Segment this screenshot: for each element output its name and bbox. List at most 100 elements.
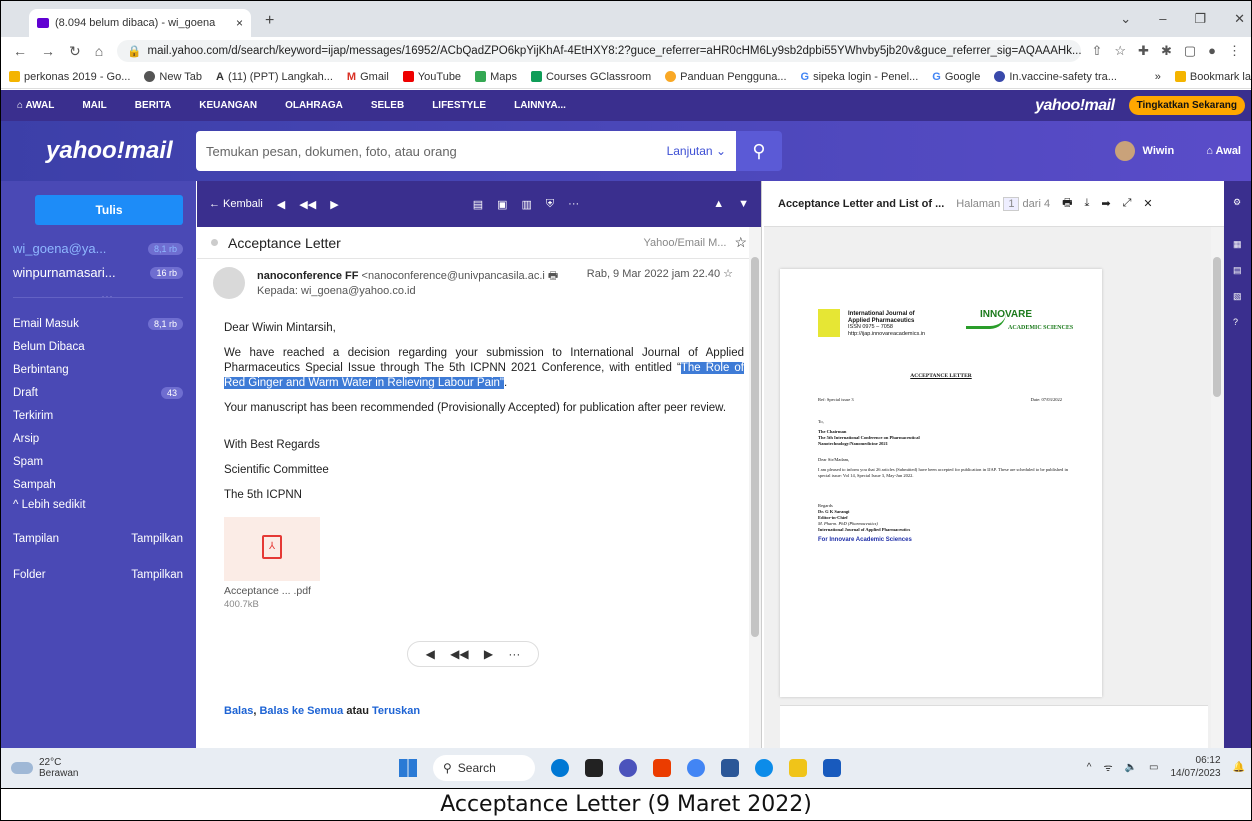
bookmark-item[interactable]: New Tab (144, 71, 202, 83)
reply-icon[interactable]: ◀ (277, 198, 285, 211)
app-icon[interactable] (551, 759, 569, 777)
browser-tab[interactable]: (8.094 belum dibaca) - wi_goena × (29, 9, 251, 37)
search-button[interactable]: ⚲ (736, 131, 782, 171)
bookmark-item[interactable]: In.vaccine-safety tra... (994, 71, 1117, 83)
restore-icon[interactable]: ❐ (1194, 11, 1206, 27)
spam-icon[interactable]: ⛨ (546, 198, 554, 211)
nav-item-mail[interactable]: MAIL (82, 100, 106, 111)
nav-item-keuangan[interactable]: KEUANGAN (199, 100, 257, 111)
upgrade-button[interactable]: Tingkatkan Sekarang (1128, 96, 1245, 115)
settings-icon[interactable]: ⚙ (1233, 197, 1241, 208)
sidebar-item-archive[interactable]: Arsip (13, 433, 183, 445)
more-accounts-icon[interactable]: ··· (101, 289, 113, 303)
sidebar-item-draft[interactable]: Draft 43 (13, 387, 183, 399)
next-message-icon[interactable]: ▼ (738, 198, 749, 210)
nav-item-lainnya[interactable]: LAINNYA... (514, 100, 566, 111)
bookmark-item[interactable]: perkonas 2019 - Go... (9, 71, 130, 83)
chrome-icon[interactable] (687, 759, 705, 777)
advanced-search-button[interactable]: Lanjutan ⌄ (667, 144, 726, 158)
volume-icon[interactable]: 🔈 (1125, 762, 1137, 773)
clock[interactable]: 06:12 14/07/2023 (1170, 754, 1220, 780)
tab-search-icon[interactable]: ⌄ (1120, 11, 1131, 27)
sidebar-item-sent[interactable]: Terkirim (13, 410, 183, 422)
user-name[interactable]: Wiwin (1143, 145, 1175, 157)
new-tab-button[interactable]: + (265, 12, 274, 30)
bookmarks-more[interactable]: » (1155, 71, 1161, 83)
taskbar-search[interactable]: ⚲ Search (433, 755, 535, 781)
weather-widget[interactable]: 22°C Berawan (11, 757, 78, 779)
yahoo-mail-logo[interactable]: yahoo!mail (46, 137, 196, 165)
sidebar-folders[interactable]: Folder Tampilkan (13, 569, 183, 581)
bookmark-item[interactable]: Maps (475, 71, 517, 83)
sidebar-item-unread[interactable]: Belum Dibaca (13, 341, 183, 353)
back-icon[interactable]: ← (13, 43, 27, 60)
sidebar-views[interactable]: Tampilan Tampilkan (13, 533, 183, 545)
share-icon[interactable]: ⇧ (1091, 43, 1102, 59)
scrollbar[interactable] (749, 227, 761, 748)
nav-item-awal[interactable]: ⌂ AWAL (17, 100, 54, 111)
help-icon[interactable]: ? (1233, 317, 1238, 327)
word-icon[interactable] (823, 759, 841, 777)
star-icon[interactable]: ☆ (1114, 43, 1126, 59)
expand-icon[interactable]: ⤢ (1123, 197, 1132, 210)
reply-icon[interactable]: ◀ (426, 647, 435, 661)
sidepanel-icon[interactable]: ▢ (1184, 43, 1196, 59)
edge-icon[interactable] (755, 759, 773, 777)
close-tab-icon[interactable]: × (236, 16, 243, 30)
yahoo-mail-small-logo[interactable]: yahoo!mail (1035, 97, 1115, 115)
read-dot-icon[interactable] (211, 239, 218, 246)
print-icon[interactable]: 🖶 (1062, 194, 1072, 213)
compose-button[interactable]: Tulis (35, 195, 183, 225)
reload-icon[interactable]: ↻ (69, 43, 81, 60)
attachment-name[interactable]: Acceptance ... .pdf (224, 585, 311, 597)
menu-icon[interactable]: ⋮ (1228, 43, 1241, 59)
forward-icon[interactable]: → (41, 43, 55, 60)
sidebar-item-inbox[interactable]: Email Masuk 8,1 rb (13, 318, 183, 330)
minimize-icon[interactable]: – (1159, 11, 1166, 27)
home-link[interactable]: ⌂ Awal (1206, 145, 1241, 157)
scrollbar[interactable] (1211, 227, 1223, 748)
print-icon[interactable]: 🖶 (548, 270, 558, 282)
bookmark-item[interactable]: A (11) (PPT) Langkah... (216, 71, 333, 83)
nav-item-olahraga[interactable]: OLAHRAGA (285, 100, 343, 111)
app-icon[interactable] (585, 759, 603, 777)
calendar-icon[interactable]: ▤ (1233, 265, 1242, 276)
reply-all-link[interactable]: Balas ke Semua (259, 705, 343, 717)
bookmark-item[interactable]: Panduan Pengguna... (665, 71, 787, 83)
more-icon[interactable]: ··· (568, 198, 579, 210)
search-input[interactable]: Temukan pesan, dokumen, foto, atau orang… (196, 131, 736, 171)
start-icon[interactable] (399, 759, 417, 777)
download-icon[interactable]: ⤓ (1084, 197, 1089, 210)
puzzle-icon[interactable]: ✱ (1161, 43, 1172, 59)
office-icon[interactable] (653, 759, 671, 777)
nav-item-lifestyle[interactable]: LIFESTYLE (432, 100, 486, 111)
forward-icon[interactable]: ➡ (1101, 197, 1110, 210)
account-item[interactable]: winpurnamasari... 16 rb (13, 265, 183, 280)
extension-icon[interactable]: ✚ (1138, 43, 1149, 59)
bookmark-item[interactable]: YouTube (402, 71, 461, 83)
bookmark-item[interactable]: G Google (932, 71, 980, 83)
nav-item-berita[interactable]: BERITA (135, 100, 171, 111)
delete-icon[interactable]: ▥ (522, 198, 532, 211)
prev-message-icon[interactable]: ▲ (713, 198, 724, 210)
network-icon[interactable]: ᯤ (1103, 760, 1112, 774)
back-button[interactable]: ← Kembali (209, 198, 263, 210)
sidebar-item-trash[interactable]: Sampah (13, 479, 183, 491)
close-icon[interactable]: ✕ (1143, 197, 1152, 210)
tray-chevron-icon[interactable]: ^ (1087, 762, 1092, 773)
account-item[interactable]: wi_goena@ya... 8,1 rb (13, 241, 183, 256)
store-icon[interactable] (721, 759, 739, 777)
bookmark-folder[interactable]: Bookmark la (1174, 71, 1251, 83)
home-icon[interactable]: ⌂ (95, 43, 103, 60)
forward-link[interactable]: Teruskan (372, 705, 420, 717)
avatar[interactable] (1114, 141, 1135, 161)
reply-all-icon[interactable]: ◀◀ (450, 647, 468, 661)
close-window-icon[interactable]: ✕ (1234, 11, 1245, 27)
attachment-thumbnail[interactable]: ⅄ (224, 517, 320, 581)
notification-icon[interactable]: 🔔 (1233, 762, 1245, 773)
reply-all-icon[interactable]: ◀◀ (299, 198, 316, 211)
sidebar-item-less[interactable]: ^ Lebih sedikit (13, 499, 183, 511)
forward-icon[interactable]: ▶ (484, 647, 493, 661)
reply-link[interactable]: Balas (224, 705, 253, 717)
bookmark-item[interactable]: Courses GClassroom (530, 71, 651, 83)
